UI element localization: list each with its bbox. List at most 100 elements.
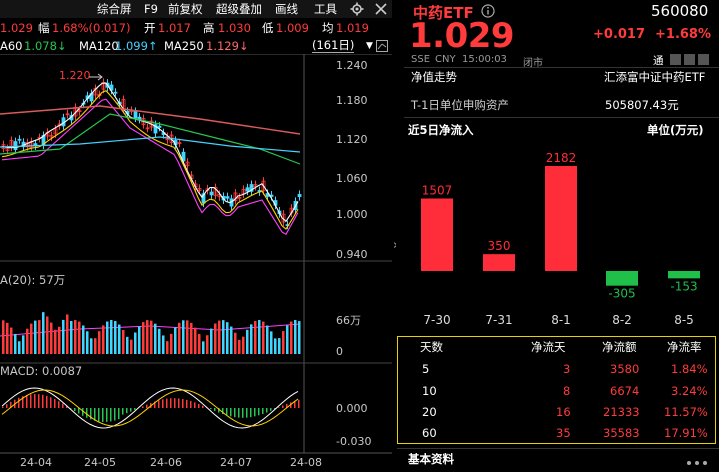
table-cell: 35583 [603,426,640,440]
col-header-flow-days: 净流天 [531,339,566,355]
close-icon[interactable] [375,0,387,20]
low-value: 1.009 [276,19,309,37]
chart-toolbar: 综合屏 F9 前复权 超级叠加 画线 工具 [0,0,392,18]
avg-label: 均 [322,19,334,37]
kline-chart[interactable] [0,54,392,470]
prev-asset-label: T-1日单位申购资产 [411,97,509,113]
flow-category-label: 7-31 [485,313,512,327]
ma250-value: 1.129↓ [206,38,249,54]
menu-f9[interactable]: F9 [144,0,158,18]
price-tick: 1.000 [336,208,368,221]
ma-bar: A60 1.078↓ MA120 1.099↑ MA250 1.129↓ (16… [0,38,392,54]
gear-icon[interactable] [350,0,364,21]
date-tick: 24-06 [150,456,182,469]
table-cell: 3 [563,362,570,376]
ma120-label: MA120 [79,38,119,54]
table-cell: 6674 [610,384,639,398]
table-cell: 5 [422,362,429,376]
edit-icon[interactable] [670,54,681,65]
price-change: +0.017 [593,27,645,42]
table-cell: 16 [556,405,571,419]
quote-time: 15:00:03 [462,54,507,65]
flow-value-label: -305 [608,287,635,301]
date-tick: 24-07 [220,456,252,469]
menu-draw-line[interactable]: 画线 [275,0,298,18]
flow-value-label: -153 [670,279,697,293]
share-icon[interactable] [698,54,709,65]
open-label: 开 [144,19,156,37]
macd-tick: -0.030 [336,435,371,448]
col-header-flow-amount: 净流额 [602,339,637,355]
high-arrow-icon [89,73,105,81]
volume-label: A(20): 57万 [0,272,65,288]
table-cell: 17.91% [664,426,708,440]
nav-trend-label[interactable]: 净值走势 [411,69,457,85]
low-label: 低 [262,19,274,37]
fund-full-name: 汇添富中证中药ETF [604,69,705,85]
table-cell: 8 [563,384,570,398]
flow-value-label: 2182 [546,151,577,165]
high-value: 1.030 [218,19,251,37]
high-label: 高 [203,19,215,37]
table-cell: 35 [556,426,571,440]
period-dropdown-icon[interactable]: ▼ [366,38,373,54]
ma250-label: MA250 [164,38,204,54]
flow-bar [483,254,515,271]
volume-tick: 0 [336,345,343,358]
price-tick: 1.120 [336,133,368,146]
amp-value: 1.68%(0.017) [52,19,130,37]
ma120-value: 1.099↑ [115,38,158,54]
connect-tag: 通 [653,53,664,68]
flow-value-label: 350 [488,239,511,253]
col-header-days: 天数 [420,339,443,355]
flow-category-label: 8-5 [674,313,694,327]
menu-forward-adjust[interactable]: 前复权 [168,0,203,18]
date-tick: 24-04 [20,456,52,469]
macd-tick: 0.000 [336,402,368,415]
flow-category-label: 7-30 [423,313,450,327]
menu-overview[interactable]: 综合屏 [97,0,132,18]
quote-price: 1.029 [0,19,33,37]
net-inflow-chart: 1507 7-30 350 7-31 2182 8-1 -305 8-2 -153 8-5 [398,140,719,336]
flow-title: 近5日净流入 [408,122,474,138]
price-tick: 1.060 [336,172,368,185]
flow-unit: 单位(万元) [647,122,704,138]
flow-value-label: 1507 [422,183,453,197]
avg-value: 1.019 [336,19,369,37]
flow-bar [421,198,453,271]
flow-category-label: 8-2 [612,313,632,327]
table-cell: 20 [422,405,437,419]
table-cell: 21333 [603,405,640,419]
ma60-label: A60 [0,38,23,54]
col-header-flow-rate: 净流率 [667,339,702,355]
price-tick: 1.240 [336,59,368,72]
flow-bar [606,271,638,286]
kline-panel[interactable]: 综合屏 F9 前复权 超级叠加 画线 工具 1.029 幅 1.68%(0.01… [0,0,392,470]
ma60-value: 1.078↓ [24,38,67,54]
menu-super-overlay[interactable]: 超级叠加 [216,0,262,18]
price-tick: 0.940 [336,248,368,261]
basic-info-label[interactable]: 基本资料 [408,451,454,467]
table-cell: 11.57% [664,405,708,419]
table-cell: 60 [422,426,437,440]
flow-bar [668,271,700,278]
price-change-pct: +1.68% [655,27,711,42]
pen-icon[interactable] [684,54,695,65]
last-price: 1.029 [409,16,514,56]
period-selector[interactable]: (161日) [312,38,354,53]
more-icon[interactable] [686,453,710,472]
currency: CNY [435,54,456,65]
flow-category-label: 8-1 [551,313,571,327]
macd-label: MACD: 0.0087 [0,364,82,378]
price-tick: 1.180 [336,94,368,107]
open-value: 1.017 [158,19,191,37]
menu-tools[interactable]: 工具 [314,0,337,18]
flow-table: 天数 净流天 净流额 净流率 5 3 3580 1.84% 10 8 6674 … [397,336,716,444]
table-cell: 1.84% [671,362,708,376]
date-tick: 24-08 [290,456,322,469]
prev-asset-value: 505807.43元 [605,97,679,113]
fund-code: 560080 [651,2,708,20]
high-annotation: 1.220 [59,69,91,82]
table-cell: 10 [422,384,437,398]
flow-bar [545,166,577,271]
